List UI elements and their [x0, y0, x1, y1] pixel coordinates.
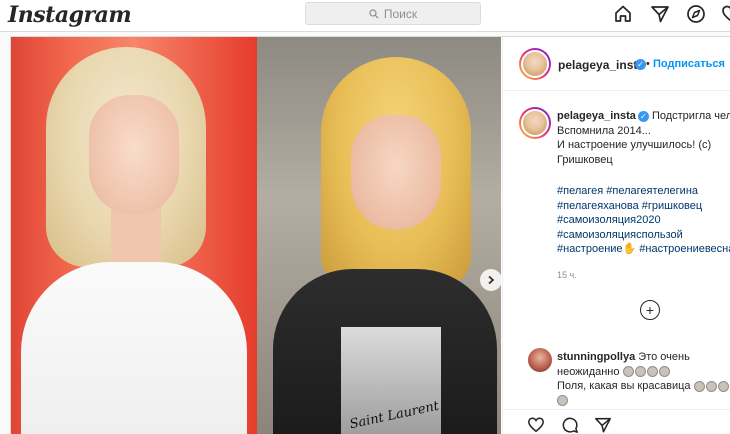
comment-text: Это очень	[638, 351, 690, 363]
search-icon	[369, 8, 379, 19]
top-navigation-bar: Instagram Поиск	[0, 0, 730, 32]
caption-author-username[interactable]: pelageya_insta	[557, 110, 636, 122]
instagram-logo[interactable]: Instagram	[8, 2, 132, 28]
hashtag-line[interactable]: #пелагеяханова #гришковец	[557, 199, 730, 214]
comment-text: неожиданно	[557, 365, 620, 378]
post-header: pelageya_insta ✓ • Подписаться	[503, 37, 730, 91]
photo-figure-left-face	[89, 95, 179, 215]
hashtag-line[interactable]: #самоизоляцияспользой	[557, 228, 730, 243]
caption-line: Гришковец	[557, 153, 613, 166]
caption-line: Вспомнила 2014...	[557, 124, 651, 137]
like-heart-icon[interactable]	[527, 416, 545, 434]
commenter-avatar[interactable]	[528, 348, 552, 372]
hashtag-line[interactable]: #пелагея #пелагеятелегина	[557, 184, 730, 199]
emoji-icon	[646, 366, 658, 378]
emoji-icon	[634, 366, 646, 378]
commenter-username[interactable]: stunningpollya	[557, 351, 635, 363]
author-avatar[interactable]	[519, 48, 551, 80]
sweater-print-signature: Saint Laurent	[348, 398, 441, 433]
direct-messages-icon[interactable]	[650, 4, 670, 24]
post-side-panel: pelageya_insta ✓ • Подписаться pelageya_…	[502, 37, 730, 434]
share-paper-plane-icon[interactable]	[594, 416, 612, 434]
emoji-icon	[705, 380, 717, 392]
follow-button[interactable]: Подписаться	[653, 58, 725, 70]
post-action-bar	[503, 409, 730, 434]
caption-line: Подстригла челку	[651, 110, 730, 122]
comment: stunningpollya Это очень неожиданно Поля…	[557, 350, 730, 408]
emoji-icon	[717, 380, 729, 392]
search-input[interactable]: Поиск	[305, 2, 481, 25]
home-icon[interactable]	[613, 4, 633, 24]
post-card: Saint Laurent pelageya_insta ✓ • Подписа…	[10, 36, 730, 434]
verified-badge-icon: ✓	[637, 110, 649, 122]
photo-figure-right-face	[351, 115, 441, 230]
sweater-print: Saint Laurent	[341, 327, 441, 434]
caption-author-avatar[interactable]	[519, 107, 551, 139]
post-photo[interactable]: Saint Laurent	[11, 37, 501, 434]
verified-badge-icon: ✓	[635, 59, 646, 70]
separator-dot: •	[646, 58, 650, 70]
emoji-icon	[622, 366, 634, 378]
emoji-icon	[658, 366, 670, 378]
chevron-right-icon	[488, 275, 495, 285]
search-placeholder: Поиск	[383, 6, 418, 21]
activity-heart-icon[interactable]	[721, 4, 730, 24]
hashtag-line[interactable]: #настроение✋ #настроениевесна	[557, 242, 730, 257]
post-hashtags: #пелагея #пелагеятелегина #пелагеяханова…	[557, 184, 730, 257]
photo-figure-left-dress	[21, 262, 247, 434]
load-more-comments-button[interactable]: +	[640, 300, 660, 320]
plus-icon: +	[645, 302, 655, 318]
caption-line: И настроение улучшилось! (с)	[557, 139, 712, 151]
post-timestamp[interactable]: 15 ч.	[557, 270, 577, 280]
comment-bubble-icon[interactable]	[561, 416, 579, 434]
comment-text: Поля, какая вы красавица	[557, 380, 691, 392]
carousel-next-button[interactable]	[480, 269, 501, 291]
hashtag-line[interactable]: #самоизоляция2020	[557, 213, 730, 228]
emoji-icon	[557, 395, 568, 407]
post-caption: pelageya_insta✓ Подстригла челку Вспомни…	[557, 109, 730, 167]
emoji-icon	[693, 380, 705, 392]
post-author-username[interactable]: pelageya_insta	[558, 58, 644, 72]
explore-compass-icon[interactable]	[686, 4, 706, 24]
